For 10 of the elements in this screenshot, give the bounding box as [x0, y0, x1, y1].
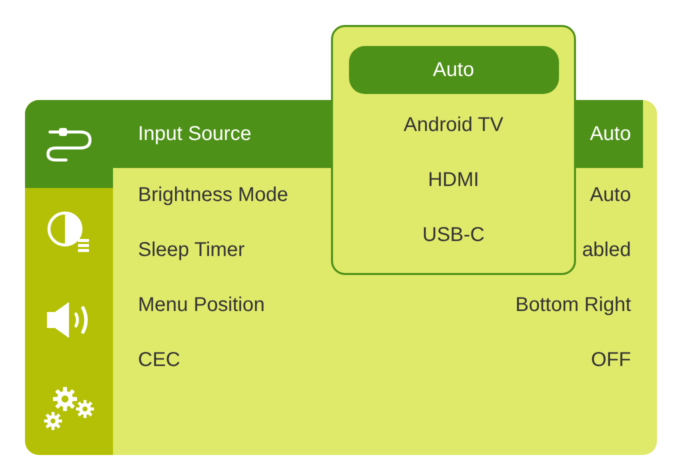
setting-label: Sleep Timer — [138, 239, 245, 262]
setting-label: Input Source — [138, 122, 252, 146]
setting-label: Brightness Mode — [138, 184, 288, 207]
setting-label: CEC — [138, 349, 180, 372]
setting-value: Bottom Right — [515, 294, 631, 317]
setting-value: abled — [582, 239, 631, 262]
setting-value: Auto — [590, 122, 631, 146]
setting-value: OFF — [591, 349, 631, 372]
setting-label: Menu Position — [138, 294, 265, 317]
setting-value: Auto — [590, 184, 631, 207]
